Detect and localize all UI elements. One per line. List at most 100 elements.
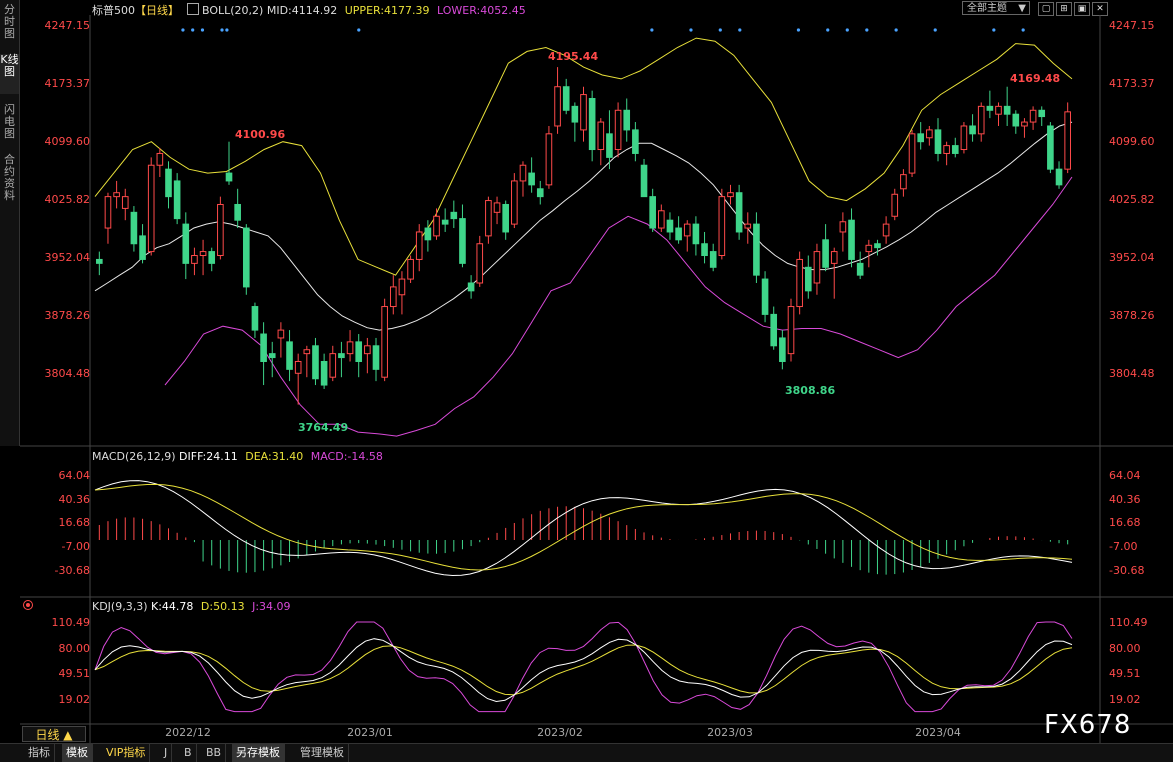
kdj-j-line [94, 621, 1073, 713]
candle-body [338, 353, 345, 359]
candle-body [1021, 121, 1028, 127]
annotation-low-2: 3808.86 [785, 384, 836, 397]
candle-body [294, 360, 302, 374]
candle-body [121, 196, 129, 209]
candle-body [683, 223, 691, 237]
candle-body [139, 235, 146, 260]
candle-body [1047, 125, 1054, 170]
candle-body [796, 258, 803, 308]
signal-dot [181, 28, 185, 32]
candle-body [389, 286, 397, 308]
candle-body [303, 349, 311, 355]
candle-body [744, 223, 752, 229]
signal-dot [738, 28, 742, 32]
candle-body [519, 164, 527, 182]
candle-body [268, 353, 276, 359]
kdj-d: D:50.13 [200, 600, 245, 613]
signal-dot [845, 28, 849, 32]
tab-template[interactable]: 模板 [62, 744, 93, 762]
axis-tick-label: 19.02 [1109, 692, 1141, 706]
axis-tick-label: 49.51 [58, 667, 91, 681]
candle-body [666, 219, 674, 233]
axis-tick-label: 49.51 [1109, 667, 1141, 681]
candle-body [364, 345, 371, 355]
tab-vip-indicator[interactable]: VIP指标 [102, 744, 151, 762]
candle-body [848, 219, 855, 260]
kdj-settings-icon[interactable] [23, 600, 33, 610]
tab-j[interactable]: J [160, 744, 173, 762]
boll-lower-line [164, 176, 1073, 437]
candle-body [536, 188, 544, 198]
kline-chart[interactable] [0, 0, 1173, 761]
signal-dot [865, 28, 869, 32]
candle-body [424, 227, 432, 241]
axis-tick-label: -7.00 [1109, 540, 1138, 553]
candle-body [779, 337, 786, 362]
tab-manage-template[interactable]: 管理模板 [296, 744, 349, 762]
signal-dot [191, 28, 195, 32]
candle-body [398, 278, 406, 296]
candle-body [822, 239, 829, 268]
candle-body [1003, 105, 1011, 115]
candle-body [528, 172, 535, 186]
axis-tick-label: 110.49 [1109, 616, 1148, 630]
candle-body [995, 105, 1002, 115]
candle-body [467, 282, 475, 292]
candle-body [96, 258, 103, 264]
candle-body [1064, 111, 1071, 170]
candle-body [969, 125, 976, 135]
axis-tick-label: 110.49 [51, 616, 91, 630]
candle-body [588, 98, 596, 151]
candle-body [891, 193, 899, 217]
axis-tick-label: 16.68 [58, 516, 91, 530]
candle-body [658, 210, 665, 229]
candle-body [1038, 109, 1046, 118]
axis-tick-label: -30.68 [54, 563, 90, 577]
signal-dot [200, 28, 205, 32]
tab-b[interactable]: B [180, 744, 197, 762]
axis-tick-label: 40.36 [58, 492, 91, 506]
candle-body [580, 94, 587, 131]
candle-body [856, 262, 864, 276]
date-label: 2023/01 [347, 726, 393, 739]
candle-body [217, 203, 224, 257]
candle-body [839, 221, 847, 233]
axis-tick-label: 40.36 [1109, 492, 1141, 506]
candle-body [718, 196, 726, 257]
candle-body [329, 353, 337, 378]
annotation-high-3: 4169.48 [1010, 72, 1061, 85]
candle-body [545, 133, 553, 186]
candle-body [640, 164, 648, 198]
candle-body [943, 145, 950, 154]
axis-tick-label: -30.68 [1109, 563, 1145, 577]
signal-dot [718, 28, 722, 32]
axis-tick-label: -7.00 [61, 540, 90, 553]
candle-body [156, 152, 164, 166]
kdj-j: J:34.09 [252, 600, 291, 613]
bottom-toolbar: 指标 模板 VIP指标 J B BB 另存模板 管理模板 [0, 743, 1173, 762]
candle-body [113, 192, 120, 198]
date-label: 2023/03 [707, 726, 753, 739]
candle-body [407, 258, 414, 280]
tab-save-template[interactable]: 另存模板 [232, 744, 285, 762]
candle-body [623, 109, 631, 131]
watermark: FX678 [1044, 710, 1132, 740]
annotation-high-2: 4195.44 [548, 50, 599, 63]
date-axis: 2022/12 2023/01 2023/02 2023/03 2023/04 [90, 725, 1100, 741]
period-button[interactable]: 日线 ▲ [22, 726, 86, 742]
tab-indicator[interactable]: 指标 [24, 744, 55, 762]
macd-header: MACD(26,12,9) DIFF:24.11 DEA:31.40 MACD:… [92, 450, 383, 463]
candle-body [242, 227, 250, 288]
candle-body [562, 86, 570, 111]
candle-body [830, 251, 838, 264]
candle-body [286, 341, 293, 370]
candle-body [277, 329, 285, 339]
date-label: 2022/12 [165, 726, 211, 739]
axis-tick-label: 64.04 [1109, 468, 1141, 482]
candle-body [934, 129, 942, 154]
candle-body [199, 251, 207, 257]
tab-bb[interactable]: BB [202, 744, 227, 762]
candle-body [1012, 113, 1020, 127]
candle-body [433, 215, 440, 237]
candle-body [900, 174, 907, 190]
